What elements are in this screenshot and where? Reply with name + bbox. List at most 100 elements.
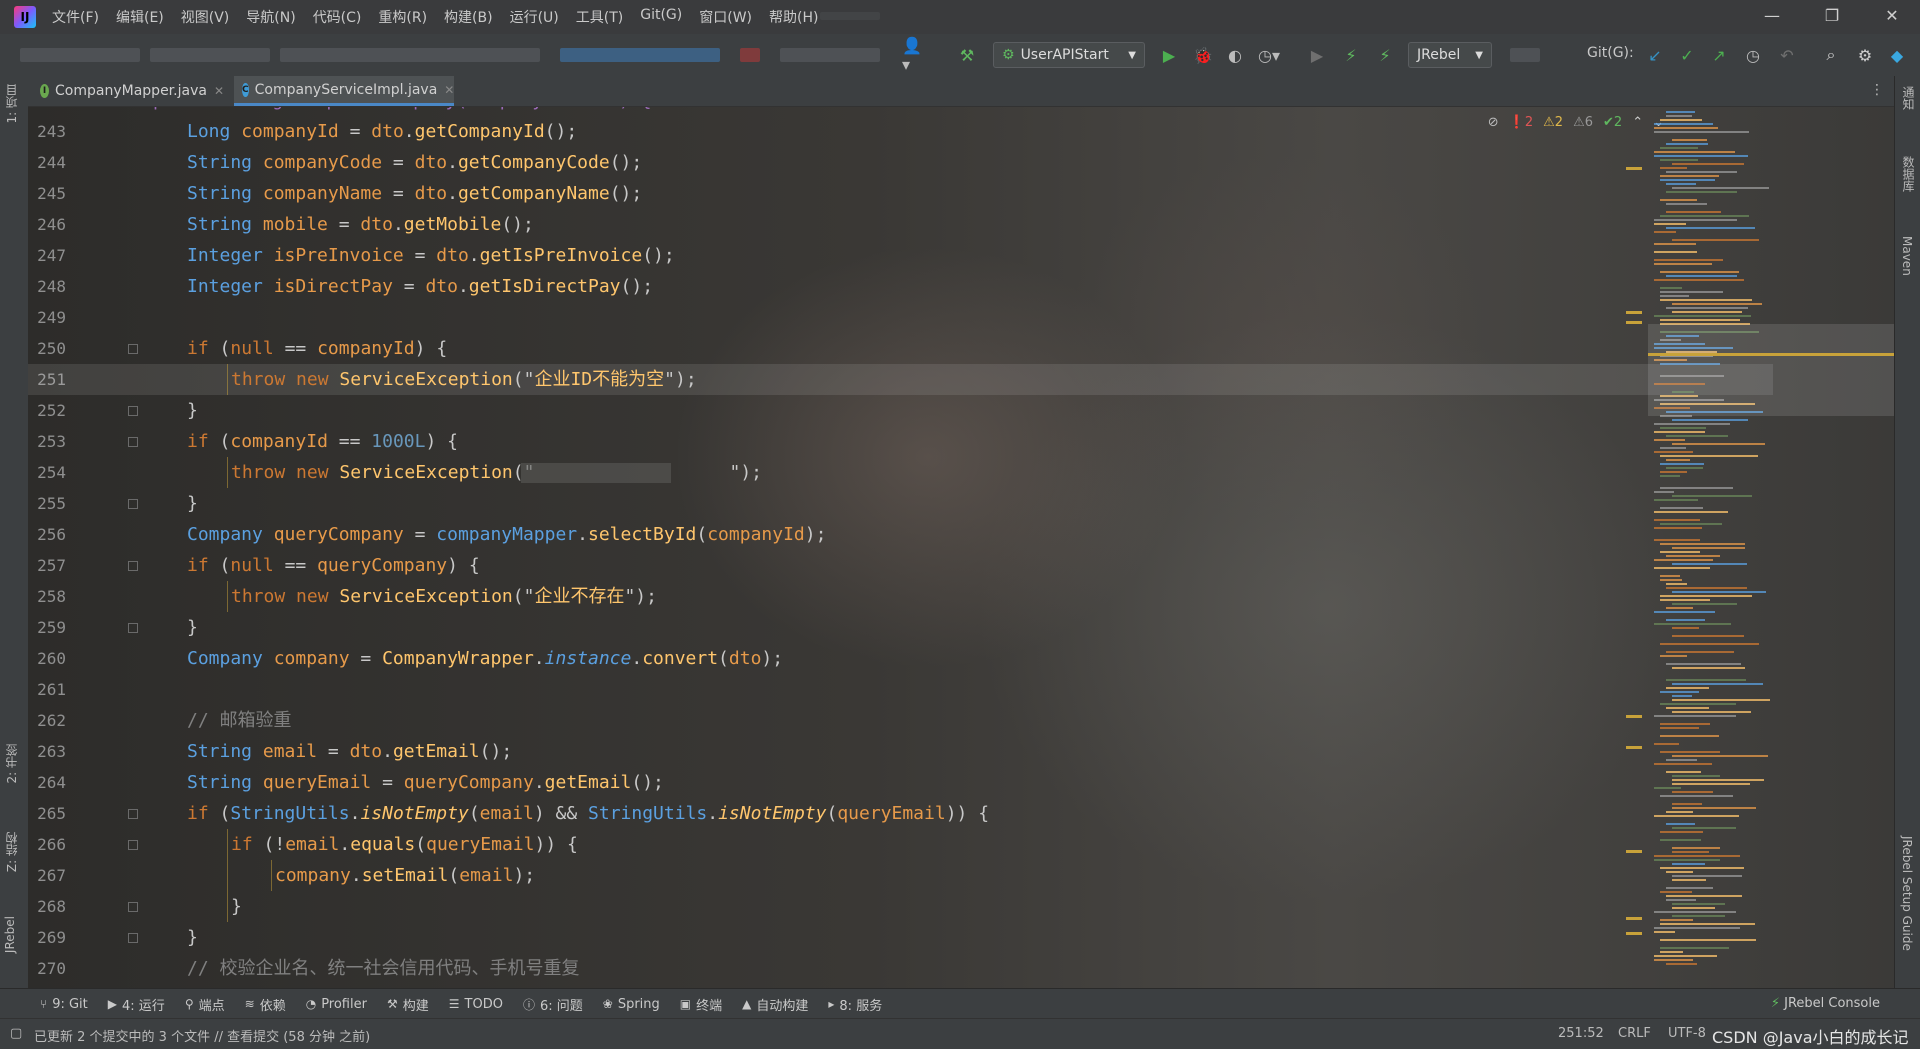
fold-marker-icon[interactable] bbox=[128, 499, 138, 509]
git-commit-icon[interactable]: ✓ bbox=[1676, 44, 1698, 66]
code-line[interactable]: } bbox=[153, 395, 1773, 426]
error-stripe-marker[interactable] bbox=[1626, 746, 1642, 749]
code-line[interactable]: throw new ServiceException("企业ID不能为空"); bbox=[28, 364, 1773, 395]
history-icon[interactable]: ◷ bbox=[1742, 44, 1764, 66]
code-line[interactable]: Company queryCompany = companyMapper.sel… bbox=[153, 519, 1773, 550]
code-minimap[interactable] bbox=[1626, 107, 1894, 988]
git-push-icon[interactable]: ↗ bbox=[1708, 44, 1730, 66]
menu-item[interactable]: 运行(U) bbox=[510, 7, 559, 27]
code-line[interactable] bbox=[153, 674, 1773, 705]
jrebel-debug-icon[interactable]: ⚡ bbox=[1374, 44, 1396, 66]
fold-marker-icon[interactable] bbox=[128, 344, 138, 354]
code-line[interactable]: company.setEmail(email); bbox=[153, 860, 1773, 891]
error-stripe-marker[interactable] bbox=[1626, 850, 1642, 853]
status-panel-icon[interactable]: ▢ bbox=[10, 1026, 22, 1041]
structure-tool-button[interactable]: Z: 结构 bbox=[3, 832, 20, 872]
bottom-tool-button[interactable]: ⑂ 9: Git bbox=[40, 995, 88, 1014]
close-tab-icon[interactable]: ✕ bbox=[214, 84, 224, 98]
code-line[interactable]: String mobile = dto.getMobile(); bbox=[153, 209, 1773, 240]
code-line[interactable]: String queryEmail = queryCompany.getEmai… bbox=[153, 767, 1773, 798]
line-separator[interactable]: CRLF bbox=[1618, 1026, 1651, 1041]
menu-item[interactable]: 编辑(E) bbox=[116, 7, 164, 27]
build-hammer-icon[interactable]: ⚒ bbox=[956, 44, 978, 66]
fold-marker-icon[interactable] bbox=[128, 840, 138, 850]
code-line[interactable]: String companyCode = dto.getCompanyCode(… bbox=[153, 147, 1773, 178]
jrebel-run-icon[interactable]: ⚡ bbox=[1340, 44, 1362, 66]
bottom-tool-button[interactable]: ▶ 4: 运行 bbox=[108, 995, 165, 1014]
maven-tool-button[interactable]: Maven bbox=[1900, 236, 1914, 276]
file-encoding[interactable]: UTF-8 bbox=[1668, 1026, 1706, 1041]
bottom-tool-button[interactable]: ▲ 自动构建 bbox=[742, 995, 808, 1014]
git-update-icon[interactable]: ↙ bbox=[1644, 44, 1666, 66]
code-line[interactable] bbox=[153, 302, 1773, 333]
menu-item[interactable]: 视图(V) bbox=[181, 7, 230, 27]
error-stripe-marker[interactable] bbox=[1626, 311, 1642, 314]
inspection-widget[interactable]: ⊘ ❗2 ⚠2 ⚠6 ✔2 ⌃ ⌄ bbox=[1488, 115, 1664, 130]
debug-icon[interactable]: 🐞 bbox=[1192, 44, 1214, 66]
code-line[interactable]: } bbox=[153, 488, 1773, 519]
jrebel-tool-button[interactable]: JRebel bbox=[3, 916, 17, 953]
minimize-icon[interactable]: — bbox=[1752, 6, 1792, 25]
error-stripe-marker[interactable] bbox=[1626, 321, 1642, 324]
menu-item[interactable]: Git(G) bbox=[640, 7, 682, 27]
tab-company-service-impl[interactable]: C CompanyServiceImpl.java ✕ bbox=[234, 76, 454, 106]
weak-warning-count[interactable]: ⚠6 bbox=[1573, 115, 1593, 130]
code-line[interactable]: if (!email.equals(queryEmail)) { bbox=[153, 829, 1773, 860]
code-line[interactable]: } bbox=[153, 891, 1773, 922]
error-stripe-marker[interactable] bbox=[1626, 932, 1642, 935]
bottom-tool-button[interactable]: ▣ 终端 bbox=[680, 995, 722, 1014]
search-icon[interactable]: ⌕ bbox=[1820, 44, 1842, 66]
code-line[interactable]: } bbox=[153, 922, 1773, 953]
code-line[interactable]: Integer isPreInvoice = dto.getIsPreInvoi… bbox=[153, 240, 1773, 271]
code-line[interactable]: throw new ServiceException(" "); bbox=[153, 457, 1773, 488]
stop-icon[interactable]: ▶ bbox=[1306, 44, 1328, 66]
code-line[interactable]: } bbox=[153, 612, 1773, 643]
error-stripe-marker[interactable] bbox=[1626, 167, 1642, 170]
code-line[interactable]: String email = dto.getEmail(); bbox=[153, 736, 1773, 767]
bottom-tool-button[interactable]: ⚒ 构建 bbox=[387, 995, 429, 1014]
error-count[interactable]: ❗2 bbox=[1509, 115, 1533, 130]
fold-marker-icon[interactable] bbox=[128, 809, 138, 819]
bottom-tool-button[interactable]: ◔ Profiler bbox=[306, 995, 367, 1014]
code-line[interactable]: Integer isDirectPay = dto.getIsDirectPay… bbox=[153, 271, 1773, 302]
close-tab-icon[interactable]: ✕ bbox=[444, 83, 454, 97]
code-line[interactable]: if (StringUtils.isNotEmpty(email) && Str… bbox=[153, 798, 1773, 829]
code-line[interactable]: if (null == queryCompany) { bbox=[153, 550, 1773, 581]
error-stripe-marker[interactable] bbox=[1626, 917, 1642, 920]
run-icon[interactable]: ▶ bbox=[1158, 44, 1180, 66]
menu-item[interactable]: 帮助(H) bbox=[769, 7, 818, 27]
reader-mode-icon[interactable]: ⊘ bbox=[1488, 115, 1499, 130]
bottom-tool-button[interactable]: ▸ 8: 服务 bbox=[828, 995, 882, 1014]
fold-marker-icon[interactable] bbox=[128, 933, 138, 943]
project-tool-button[interactable]: 1: 项目 bbox=[3, 84, 20, 124]
warning-count[interactable]: ⚠2 bbox=[1543, 115, 1563, 130]
error-stripe-marker[interactable] bbox=[1626, 715, 1642, 718]
fold-marker-icon[interactable] bbox=[128, 561, 138, 571]
database-tool-button[interactable]: 数据库 bbox=[1900, 156, 1917, 192]
menu-item[interactable]: 重构(R) bbox=[378, 7, 427, 27]
menu-item[interactable]: 构建(B) bbox=[444, 7, 493, 27]
status-message[interactable]: 已更新 2 个提交中的 3 个文件 // 查看提交 (58 分钟 之前) bbox=[34, 1026, 370, 1045]
bottom-tool-button[interactable]: ❀ Spring bbox=[603, 995, 660, 1014]
fold-marker-icon[interactable] bbox=[128, 902, 138, 912]
jrebel-console-button[interactable]: ⚡ JRebel Console bbox=[1771, 996, 1880, 1011]
menu-item[interactable]: 导航(N) bbox=[246, 7, 295, 27]
restore-icon[interactable]: ❐ bbox=[1812, 6, 1852, 25]
caret-position[interactable]: 251:52 bbox=[1558, 1026, 1604, 1041]
fold-marker-icon[interactable] bbox=[128, 623, 138, 633]
menu-item[interactable]: 文件(F) bbox=[52, 7, 99, 27]
settings-gear-icon[interactable]: ⚙ bbox=[1854, 44, 1876, 66]
bottom-tool-button[interactable]: ⓘ 6: 问题 bbox=[523, 995, 583, 1014]
profile-icon[interactable]: ◷▾ bbox=[1258, 44, 1280, 66]
code-line[interactable]: throw new ServiceException("企业不存在"); bbox=[153, 581, 1773, 612]
close-window-icon[interactable]: ✕ bbox=[1872, 6, 1912, 25]
menu-item[interactable]: 工具(T) bbox=[576, 7, 623, 27]
code-line[interactable]: // 邮箱验重 bbox=[153, 705, 1773, 736]
fold-marker-icon[interactable] bbox=[128, 437, 138, 447]
minimap-viewport[interactable] bbox=[1648, 324, 1894, 416]
bottom-tool-button[interactable]: ⚲ 端点 bbox=[185, 995, 225, 1014]
bottom-tool-button[interactable]: ☰ TODO bbox=[449, 995, 503, 1014]
code-line[interactable]: if (null == companyId) { bbox=[153, 333, 1773, 364]
bottom-tool-button[interactable]: ≋ 依赖 bbox=[245, 995, 286, 1014]
typo-count[interactable]: ✔2 bbox=[1603, 115, 1622, 130]
